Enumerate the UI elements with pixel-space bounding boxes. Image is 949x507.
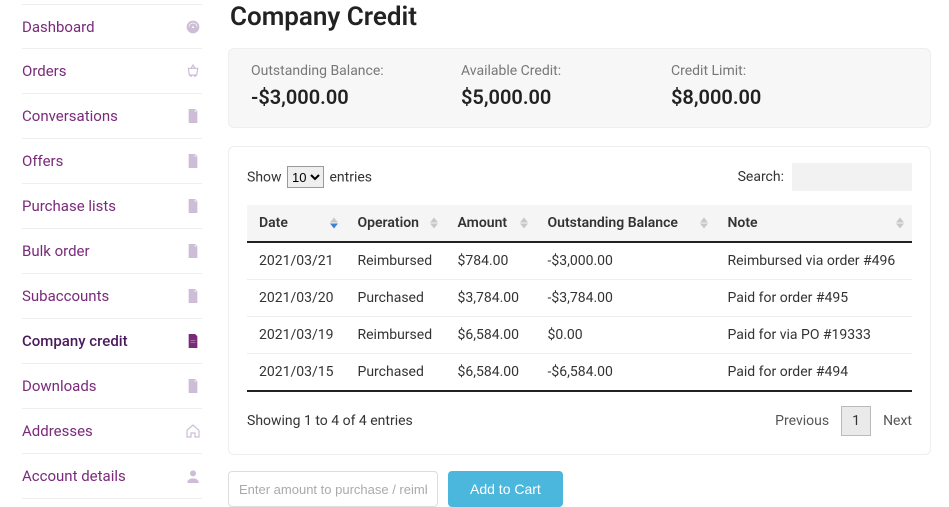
user-icon — [184, 467, 202, 485]
entries-select[interactable]: 10 — [287, 166, 324, 188]
show-entries-suffix: entries — [330, 170, 373, 186]
cell-note: Reimbursed via order #496 — [716, 242, 913, 280]
sidebar-item-label: Downloads — [22, 377, 97, 395]
sidebar-item-conversations[interactable]: Conversations — [22, 94, 202, 139]
cell-date: 2021/03/19 — [247, 317, 346, 354]
cell-note: Paid for order #494 — [716, 354, 913, 392]
available-credit-label: Available Credit: — [461, 63, 611, 79]
outstanding-balance-value: -$3,000.00 — [251, 85, 401, 109]
document-icon — [184, 242, 202, 260]
prev-button[interactable]: Previous — [775, 413, 829, 429]
document-icon — [184, 377, 202, 395]
cell-operation: Purchased — [346, 280, 446, 317]
sidebar-item-label: Offers — [22, 152, 63, 170]
sort-icon — [520, 218, 528, 229]
cell-operation: Purchased — [346, 354, 446, 392]
available-credit-value: $5,000.00 — [461, 85, 611, 109]
sidebar-item-subaccounts[interactable]: Subaccounts — [22, 274, 202, 319]
sidebar-item-offers[interactable]: Offers — [22, 139, 202, 184]
sort-icon — [700, 218, 708, 229]
sidebar: Dashboard Orders Conversations Offers Pu… — [0, 0, 210, 504]
sidebar-item-label: Dashboard — [22, 18, 95, 36]
cell-date: 2021/03/21 — [247, 242, 346, 280]
amount-input[interactable] — [228, 471, 438, 507]
sidebar-item-label: Account details — [22, 467, 126, 485]
cell-amount: $784.00 — [446, 242, 536, 280]
table-row: 2021/03/19 Reimbursed $6,584.00 $0.00 Pa… — [247, 317, 912, 354]
table-row: 2021/03/15 Purchased $6,584.00 -$6,584.0… — [247, 354, 912, 392]
cell-operation: Reimbursed — [346, 317, 446, 354]
document-filled-icon — [184, 332, 202, 350]
sidebar-item-company-credit[interactable]: Company credit — [22, 319, 202, 364]
dashboard-icon — [184, 18, 202, 36]
sort-icon — [430, 218, 438, 229]
home-icon — [184, 422, 202, 440]
cell-balance: -$3,784.00 — [536, 280, 716, 317]
table-info: Showing 1 to 4 of 4 entries — [247, 413, 413, 429]
sidebar-item-downloads[interactable]: Downloads — [22, 364, 202, 409]
cell-note: Paid for via PO #19333 — [716, 317, 913, 354]
show-entries-control: Show 10 entries — [247, 166, 372, 188]
cell-balance: $0.00 — [536, 317, 716, 354]
search-label: Search: — [738, 169, 784, 185]
transactions-table: Date Operation Amount — [247, 205, 912, 392]
document-icon — [184, 152, 202, 170]
sidebar-item-dashboard[interactable]: Dashboard — [22, 4, 202, 49]
document-icon — [184, 287, 202, 305]
main-content: Company Credit Outstanding Balance: -$3,… — [210, 0, 949, 504]
table-row: 2021/03/20 Purchased $3,784.00 -$3,784.0… — [247, 280, 912, 317]
sidebar-item-label: Purchase lists — [22, 197, 116, 215]
document-icon — [184, 197, 202, 215]
col-note[interactable]: Note — [716, 205, 913, 242]
credit-limit-label: Credit Limit: — [671, 63, 821, 79]
sidebar-item-label: Bulk order — [22, 242, 90, 260]
cell-operation: Reimbursed — [346, 242, 446, 280]
col-date[interactable]: Date — [247, 205, 346, 242]
page-number-button[interactable]: 1 — [841, 406, 871, 436]
sidebar-item-purchase-lists[interactable]: Purchase lists — [22, 184, 202, 229]
sidebar-item-label: Company credit — [22, 332, 128, 350]
page-title: Company Credit — [230, 2, 931, 32]
sidebar-item-label: Conversations — [22, 107, 118, 125]
basket-icon — [184, 62, 202, 80]
cell-date: 2021/03/20 — [247, 280, 346, 317]
sort-icon — [896, 218, 904, 229]
credit-limit-value: $8,000.00 — [671, 85, 821, 109]
cell-balance: -$6,584.00 — [536, 354, 716, 392]
cell-amount: $6,584.00 — [446, 317, 536, 354]
col-balance[interactable]: Outstanding Balance — [536, 205, 716, 242]
summary-card: Outstanding Balance: -$3,000.00 Availabl… — [228, 48, 931, 128]
sidebar-item-label: Orders — [22, 62, 67, 80]
cell-amount: $3,784.00 — [446, 280, 536, 317]
cell-balance: -$3,000.00 — [536, 242, 716, 280]
sidebar-item-account-details[interactable]: Account details — [22, 454, 202, 499]
sidebar-item-label: Subaccounts — [22, 287, 109, 305]
purchase-row: Add to Cart — [228, 471, 931, 507]
show-entries-prefix: Show — [247, 170, 282, 186]
sort-icon — [330, 218, 338, 229]
transactions-card: Show 10 entries Search: Date — [228, 146, 931, 455]
document-icon — [184, 107, 202, 125]
sidebar-item-orders[interactable]: Orders — [22, 49, 202, 94]
cell-note: Paid for order #495 — [716, 280, 913, 317]
sidebar-item-addresses[interactable]: Addresses — [22, 409, 202, 454]
pagination: Previous 1 Next — [775, 406, 912, 436]
add-to-cart-button[interactable]: Add to Cart — [448, 471, 563, 507]
sidebar-item-label: Addresses — [22, 422, 93, 440]
col-operation[interactable]: Operation — [346, 205, 446, 242]
cell-amount: $6,584.00 — [446, 354, 536, 392]
table-row: 2021/03/21 Reimbursed $784.00 -$3,000.00… — [247, 242, 912, 280]
next-button[interactable]: Next — [883, 413, 912, 429]
col-amount[interactable]: Amount — [446, 205, 536, 242]
outstanding-balance-label: Outstanding Balance: — [251, 63, 401, 79]
sidebar-item-bulk-order[interactable]: Bulk order — [22, 229, 202, 274]
search-input[interactable] — [792, 163, 912, 191]
cell-date: 2021/03/15 — [247, 354, 346, 392]
